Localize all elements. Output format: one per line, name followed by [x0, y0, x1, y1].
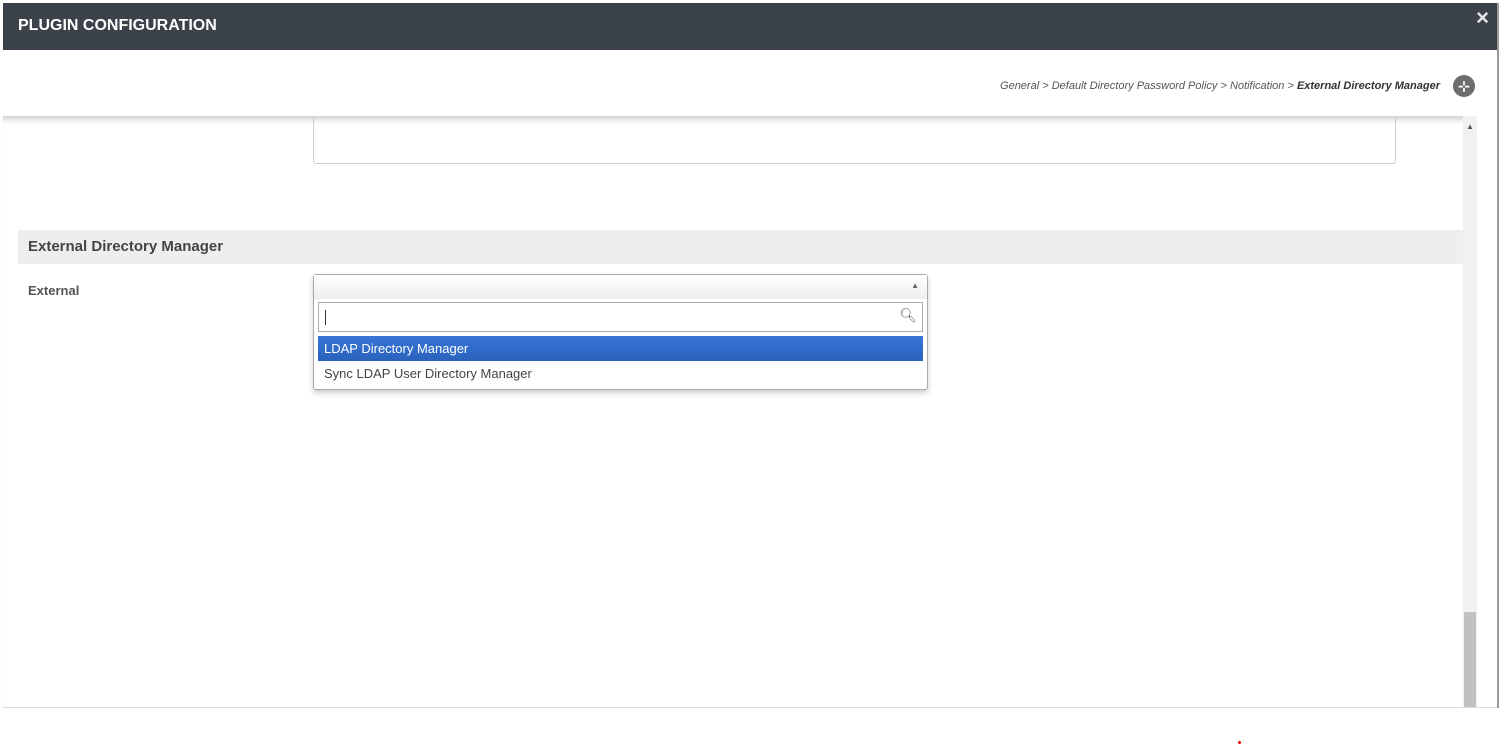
search-icon: 🔍︎ — [899, 307, 917, 323]
modal-title: PLUGIN CONFIGURATION — [18, 17, 217, 34]
breadcrumb-separator: > — [1042, 80, 1049, 92]
scrollbar-thumb[interactable] — [1464, 612, 1476, 708]
section-header: External Directory Manager — [18, 230, 1463, 264]
modal-header: PLUGIN CONFIGURATION × — [3, 3, 1497, 50]
breadcrumb-current: External Directory Manager — [1296, 80, 1440, 92]
option-ldap-directory-manager[interactable]: LDAP Directory Manager — [318, 336, 923, 361]
breadcrumb-separator: > — [1287, 80, 1294, 92]
breadcrumb-item[interactable]: Default Directory Password Policy — [1052, 80, 1218, 92]
content-area: External Directory Manager External ▲ — [3, 116, 1477, 708]
text-area[interactable] — [313, 116, 1396, 164]
search-input[interactable]: 🔍︎ — [318, 302, 923, 332]
option-sync-ldap-user-directory-manager[interactable]: Sync LDAP User Directory Manager — [318, 361, 923, 386]
modal-border — [1497, 3, 1499, 708]
breadcrumb-item[interactable]: General — [1000, 80, 1039, 92]
breadcrumb: General > Default Directory Password Pol… — [1000, 80, 1440, 92]
text-caret — [325, 310, 326, 325]
chevron-up-icon: ▲ — [911, 281, 919, 290]
red-dot — [1238, 741, 1241, 744]
external-label: External — [28, 283, 80, 298]
close-icon[interactable]: × — [1476, 5, 1489, 31]
divider — [3, 707, 1497, 708]
breadcrumb-item[interactable]: Notification — [1230, 80, 1284, 92]
select-head[interactable]: ▲ — [314, 275, 927, 299]
scroll-up-icon[interactable]: ▲ — [1466, 122, 1474, 131]
collapse-icon[interactable]: ⊹ — [1453, 75, 1475, 97]
scrollbar[interactable]: ▲ — [1463, 116, 1477, 708]
breadcrumb-separator: > — [1220, 80, 1227, 92]
external-select[interactable]: ▲ 🔍︎ LDAP Directory Manager Sync LDAP Us… — [313, 274, 928, 390]
